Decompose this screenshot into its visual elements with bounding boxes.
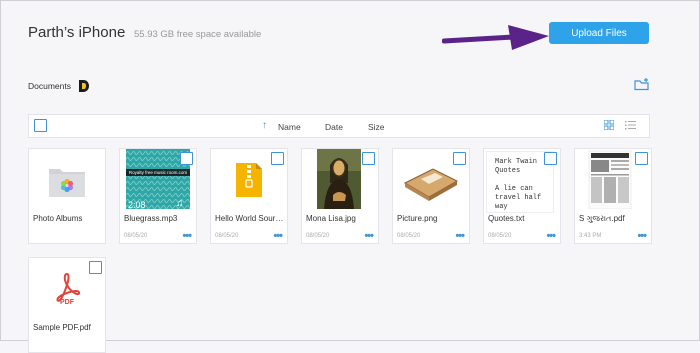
file-card-newspaper-pdf[interactable]: S ગુજરાત.pdf 3:43 PM •••: [574, 148, 652, 244]
file-date: 08/05/20: [215, 233, 239, 239]
device-title: Parth’s iPhone: [28, 24, 126, 41]
text-preview: Mark Twain Quotes A lie can travel half …: [495, 158, 542, 211]
file-card-sample-pdf[interactable]: PDF Sample PDF.pdf: [28, 257, 106, 353]
file-checkbox[interactable]: [362, 152, 375, 165]
file-checkbox[interactable]: [89, 261, 102, 274]
file-name: S ગુજરાત.pdf: [579, 214, 625, 223]
select-all-checkbox[interactable]: [34, 119, 47, 132]
file-date: 08/05/20: [124, 233, 148, 239]
file-name: Sample PDF.pdf: [33, 323, 91, 332]
more-options-icon[interactable]: •••: [546, 231, 556, 242]
file-checkbox[interactable]: [180, 152, 193, 165]
sort-size-column[interactable]: Size: [368, 122, 385, 132]
file-date: 08/05/20: [488, 233, 512, 239]
new-folder-icon[interactable]: [634, 77, 650, 91]
file-name: Quotes.txt: [488, 214, 525, 223]
sort-toolbar: ↑ Name Date Size: [28, 114, 650, 138]
file-name: Photo Albums: [33, 214, 83, 223]
file-name: Picture.png: [397, 214, 438, 223]
file-checkbox[interactable]: [544, 152, 557, 165]
grid-view-icon[interactable]: [604, 120, 614, 130]
file-card-bluegrass[interactable]: Royalty free music room.com 2:08 ♫ Blueg…: [119, 148, 197, 244]
file-name: Hello World Sour…: [215, 214, 284, 223]
sort-name-column[interactable]: Name: [278, 122, 301, 132]
purple-arrow-annotation: [442, 25, 549, 50]
file-date: 08/05/20: [306, 233, 330, 239]
breadcrumb-documents[interactable]: Documents: [28, 81, 71, 91]
upload-files-button[interactable]: Upload Files: [549, 22, 649, 44]
free-space-label: 55.93 GB free space available: [134, 29, 262, 40]
documents-app-logo: [79, 80, 89, 92]
photos-folder-icon: [49, 169, 85, 197]
more-options-icon[interactable]: •••: [364, 231, 374, 242]
more-options-icon[interactable]: •••: [637, 231, 647, 242]
more-options-icon[interactable]: •••: [273, 231, 283, 242]
file-checkbox[interactable]: [271, 152, 284, 165]
file-checkbox[interactable]: [453, 152, 466, 165]
list-view-icon[interactable]: [625, 120, 636, 130]
file-name: Bluegrass.mp3: [124, 214, 178, 223]
album-art-caption: Royalty free music room.com: [128, 170, 188, 175]
music-note-icon: ♫: [176, 198, 184, 209]
file-card-quotes[interactable]: Mark Twain Quotes A lie can travel half …: [483, 148, 561, 244]
file-name: Mona Lisa.jpg: [306, 214, 356, 223]
pdf-badge: PDF: [60, 299, 74, 306]
file-date: 08/05/20: [397, 233, 421, 239]
file-date: 3:43 PM: [579, 233, 602, 239]
file-card-picture[interactable]: Picture.png 08/05/20 •••: [392, 148, 470, 244]
more-options-icon[interactable]: •••: [455, 231, 465, 242]
file-checkbox[interactable]: [635, 152, 648, 165]
file-card-photo-albums[interactable]: Photo Albums: [28, 148, 106, 244]
file-card-mona-lisa[interactable]: Mona Lisa.jpg 08/05/20 •••: [301, 148, 379, 244]
file-card-hello-world[interactable]: Hello World Sour… 08/05/20 •••: [210, 148, 288, 244]
sort-ascending-icon[interactable]: ↑: [262, 120, 267, 132]
track-duration: 2:08: [128, 200, 146, 210]
sort-date-column[interactable]: Date: [325, 122, 343, 132]
more-options-icon[interactable]: •••: [182, 231, 192, 242]
